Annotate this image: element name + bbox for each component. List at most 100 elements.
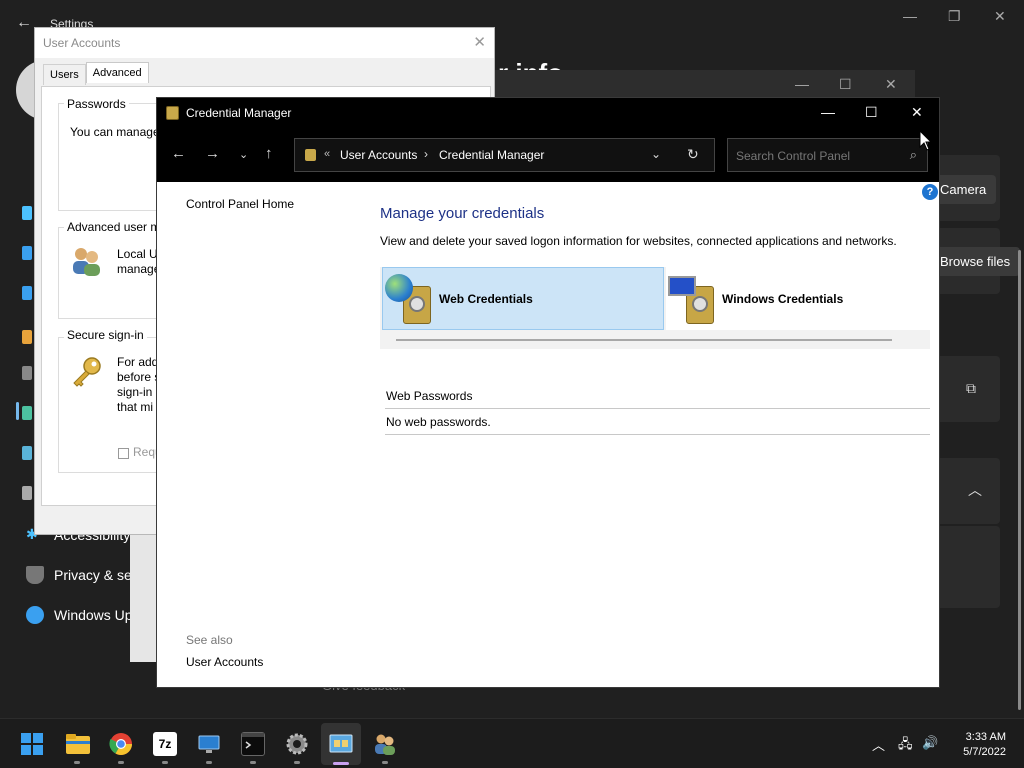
see-also-heading: See also <box>186 633 233 647</box>
minimize-icon[interactable]: — <box>821 104 835 120</box>
network-icon[interactable]: 🖧 <box>898 735 913 757</box>
web-credentials-tile[interactable]: Web Credentials <box>382 267 664 330</box>
back-arrow-icon[interactable]: ← <box>16 14 32 32</box>
restore-icon[interactable]: ❐ <box>948 8 961 25</box>
page-heading: Manage your credentials <box>380 205 545 222</box>
recent-locations-chevron-icon[interactable]: ⌄ <box>239 148 248 161</box>
key-icon <box>70 355 104 389</box>
divider <box>385 434 930 435</box>
dialog-title: User Accounts <box>43 36 121 50</box>
control-panel-icon[interactable] <box>329 732 353 756</box>
help-icon[interactable]: ? <box>922 184 938 200</box>
windows-credentials-tile[interactable]: Windows Credentials <box>666 267 930 330</box>
active-app-indicator <box>333 762 349 765</box>
nav-icon <box>22 366 32 380</box>
nav-icon <box>22 206 32 220</box>
tile-label: Web Credentials <box>439 291 533 306</box>
start-button[interactable] <box>20 732 44 756</box>
minimize-icon[interactable]: — <box>795 76 809 92</box>
restore-icon[interactable]: ☐ <box>839 76 852 93</box>
web-passwords-heading: Web Passwords <box>386 389 473 403</box>
group-label: Secure sign-in <box>64 328 147 342</box>
divider <box>396 339 892 341</box>
credential-type-selector: Web Credentials Windows Credentials <box>380 267 930 349</box>
browse-files-button[interactable]: Browse files <box>930 247 1021 276</box>
show-hidden-icons-chevron-icon[interactable]: ︿ <box>872 735 885 754</box>
selection-indicator <box>16 402 19 420</box>
group-label: Passwords <box>64 97 129 111</box>
chevron-up-icon: ︿ <box>968 482 982 498</box>
7zip-icon[interactable]: 7z <box>153 732 177 756</box>
system-clock[interactable]: 3:33 AM 5/7/2022 <box>963 730 1006 760</box>
running-indicator <box>250 761 256 764</box>
tile-label: Windows Credentials <box>722 291 844 306</box>
tab-strip: Users Advanced <box>43 62 149 85</box>
close-icon[interactable]: ✕ <box>994 8 1006 25</box>
nav-icon <box>22 286 32 300</box>
divider <box>385 408 930 409</box>
search-box[interactable]: Search Control Panel ⌕ <box>727 138 928 172</box>
breadcrumb-separator-icon[interactable]: › <box>424 147 428 161</box>
breadcrumb-credential-manager[interactable]: Credential Manager <box>439 148 544 162</box>
windows-update-icon <box>26 606 44 624</box>
group-text: You can manage <box>70 125 160 139</box>
group-text: manage <box>117 262 161 276</box>
nav-icon <box>22 406 32 420</box>
user-accounts-icon[interactable] <box>373 732 397 756</box>
maximize-icon[interactable]: ☐ <box>865 104 878 121</box>
search-placeholder: Search Control Panel <box>736 149 851 163</box>
window-title: Credential Manager <box>186 106 292 120</box>
terminal-icon[interactable] <box>241 732 265 756</box>
breadcrumb-user-accounts[interactable]: User Accounts <box>340 148 417 162</box>
running-indicator <box>206 761 212 764</box>
breadcrumb-overflow[interactable]: « <box>324 148 330 160</box>
nav-icon <box>22 330 32 344</box>
address-bar[interactable]: « User Accounts › Credential Manager ⌄ ↻ <box>294 138 715 172</box>
scrollbar[interactable] <box>1018 250 1021 710</box>
nav-icon <box>22 446 32 460</box>
windows-credentials-vault-icon <box>666 272 718 326</box>
group-text: For add <box>117 355 159 369</box>
file-explorer-icon[interactable] <box>65 732 90 756</box>
nav-icon <box>22 486 32 500</box>
credential-manager-app-icon <box>166 106 179 120</box>
running-indicator <box>294 761 300 764</box>
search-icon[interactable]: ⌕ <box>910 147 917 163</box>
background-window-titlebar: — ☐ ✕ <box>495 70 915 100</box>
refresh-icon[interactable]: ↻ <box>687 146 699 163</box>
mouse-cursor-icon <box>919 130 933 151</box>
group-text: sign-in <box>117 385 153 399</box>
control-panel-home-link[interactable]: Control Panel Home <box>186 197 294 211</box>
remote-desktop-icon[interactable] <box>197 732 221 756</box>
volume-icon[interactable]: 🔊 <box>922 735 938 751</box>
nav-icon <box>22 246 32 260</box>
navigation-bar: ← → ⌄ ↑ « User Accounts › Credential Man… <box>157 128 939 182</box>
tab-users[interactable]: Users <box>43 64 86 85</box>
settings-icon[interactable] <box>285 732 309 756</box>
close-icon[interactable]: ✕ <box>473 33 486 51</box>
web-credentials-vault-icon <box>383 272 435 326</box>
address-dropdown-icon[interactable]: ⌄ <box>651 147 661 161</box>
open-external-icon: ⧉ <box>966 380 976 396</box>
users-icon <box>70 245 102 277</box>
tab-advanced[interactable]: Advanced <box>85 62 149 83</box>
back-arrow-icon[interactable]: ← <box>171 145 186 162</box>
up-arrow-icon[interactable]: ↑ <box>265 145 273 162</box>
control-panel-folder-icon <box>305 149 316 161</box>
close-icon[interactable]: ✕ <box>911 104 923 121</box>
running-indicator <box>74 761 80 764</box>
require-checkbox[interactable] <box>118 448 129 459</box>
window-titlebar: Credential Manager — ☐ ✕ <box>157 98 939 128</box>
group-label: Advanced user m <box>64 220 164 234</box>
clock-date: 5/7/2022 <box>963 746 1006 758</box>
close-icon[interactable]: ✕ <box>885 76 897 93</box>
dialog-titlebar: User Accounts ✕ <box>35 28 494 58</box>
taskbar: 7z ︿ 🖧 🔊 3:33 AM 5/7/2022 <box>0 718 1024 768</box>
user-accounts-link[interactable]: User Accounts <box>186 655 263 669</box>
credential-manager-window: Credential Manager — ☐ ✕ ← → ⌄ ↑ « User … <box>156 97 940 688</box>
minimize-icon[interactable]: — <box>903 8 917 24</box>
chrome-icon[interactable] <box>109 732 133 756</box>
clock-time: 3:33 AM <box>965 731 1006 743</box>
forward-arrow-icon[interactable]: → <box>205 145 220 162</box>
shield-icon <box>26 566 44 584</box>
